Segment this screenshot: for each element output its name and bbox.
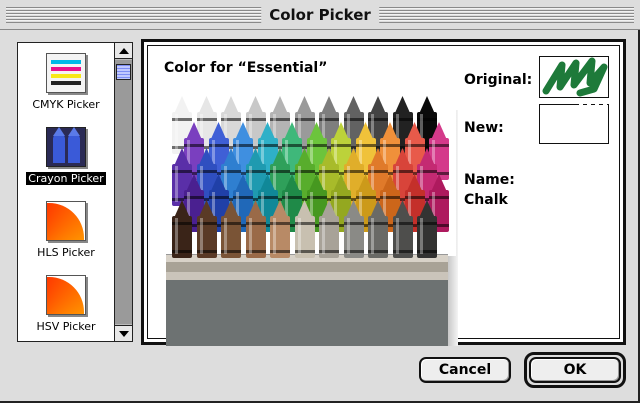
scroll-track[interactable] [115,60,132,324]
crayon-5-11[interactable] [417,200,437,258]
cmyk-icon [46,53,86,93]
crayon-5-2[interactable] [196,200,217,258]
crayon-5-6[interactable] [294,200,315,258]
original-label: Original: [464,72,533,88]
arrow-up-icon [118,47,129,54]
picker-item-label: HSV Picker [36,320,96,333]
title-bar[interactable]: Color Picker [0,0,640,30]
name-value: Chalk [464,192,508,208]
crayon-5-5[interactable] [270,200,290,258]
crayon-box-shelf [166,272,448,280]
picker-item-hls[interactable]: HLS Picker [20,201,112,260]
ok-button[interactable]: OK [529,357,621,383]
crayon-grid [166,96,456,258]
cancel-button[interactable]: Cancel [419,357,511,383]
crayon-box-shelf [166,262,448,272]
crayon-picker-panel: Color for “Essential” ☝ Original: New: [141,39,626,346]
crayon-box-bottom [166,280,448,346]
crayon-5-10[interactable] [392,200,413,258]
name-label: Name: [464,172,515,188]
picker-list: CMYK Picker Crayon Picker HLS Picker HSV… [17,42,133,342]
picker-items: CMYK Picker Crayon Picker HLS Picker HSV… [18,43,114,341]
hls-wheel-icon [46,201,86,241]
picker-item-hsv[interactable]: HSV Picker [20,275,112,334]
color-picker-dialog: Color Picker CMYK Picker Crayon Picker H… [0,0,640,403]
crayon-5-4[interactable] [245,200,266,258]
crayon-icon [46,127,86,167]
crayon-5-9[interactable] [368,200,388,258]
color-for-label: Color for “Essential” [164,60,328,76]
picker-list-scrollbar[interactable] [114,43,132,341]
window-title: Color Picker [261,4,379,26]
crayon-picker-inner: Color for “Essential” ☝ Original: New: [147,45,620,346]
picker-item-label: Crayon Picker [26,172,106,185]
scroll-thumb[interactable] [116,64,131,80]
crayon-5-1[interactable] [172,200,192,258]
crayon-5-7[interactable] [319,200,339,258]
new-swatch-dash [579,104,609,106]
hsv-wheel-icon [46,275,86,315]
new-label: New: [464,120,504,136]
crayon-box: ☝ [166,96,458,346]
arrow-down-icon [118,330,129,337]
scroll-down-button[interactable] [115,325,132,341]
crayon-5-8[interactable] [343,200,364,258]
picker-item-label: HLS Picker [37,246,95,259]
new-swatch [539,104,609,144]
scroll-up-button[interactable] [115,43,132,59]
crayon-5-3[interactable] [221,200,241,258]
original-swatch [539,56,609,98]
picker-item-cmyk[interactable]: CMYK Picker [20,53,112,112]
picker-item-label: CMYK Picker [32,98,100,111]
picker-item-crayon[interactable]: Crayon Picker [20,127,112,186]
original-color-scribble [542,57,608,97]
